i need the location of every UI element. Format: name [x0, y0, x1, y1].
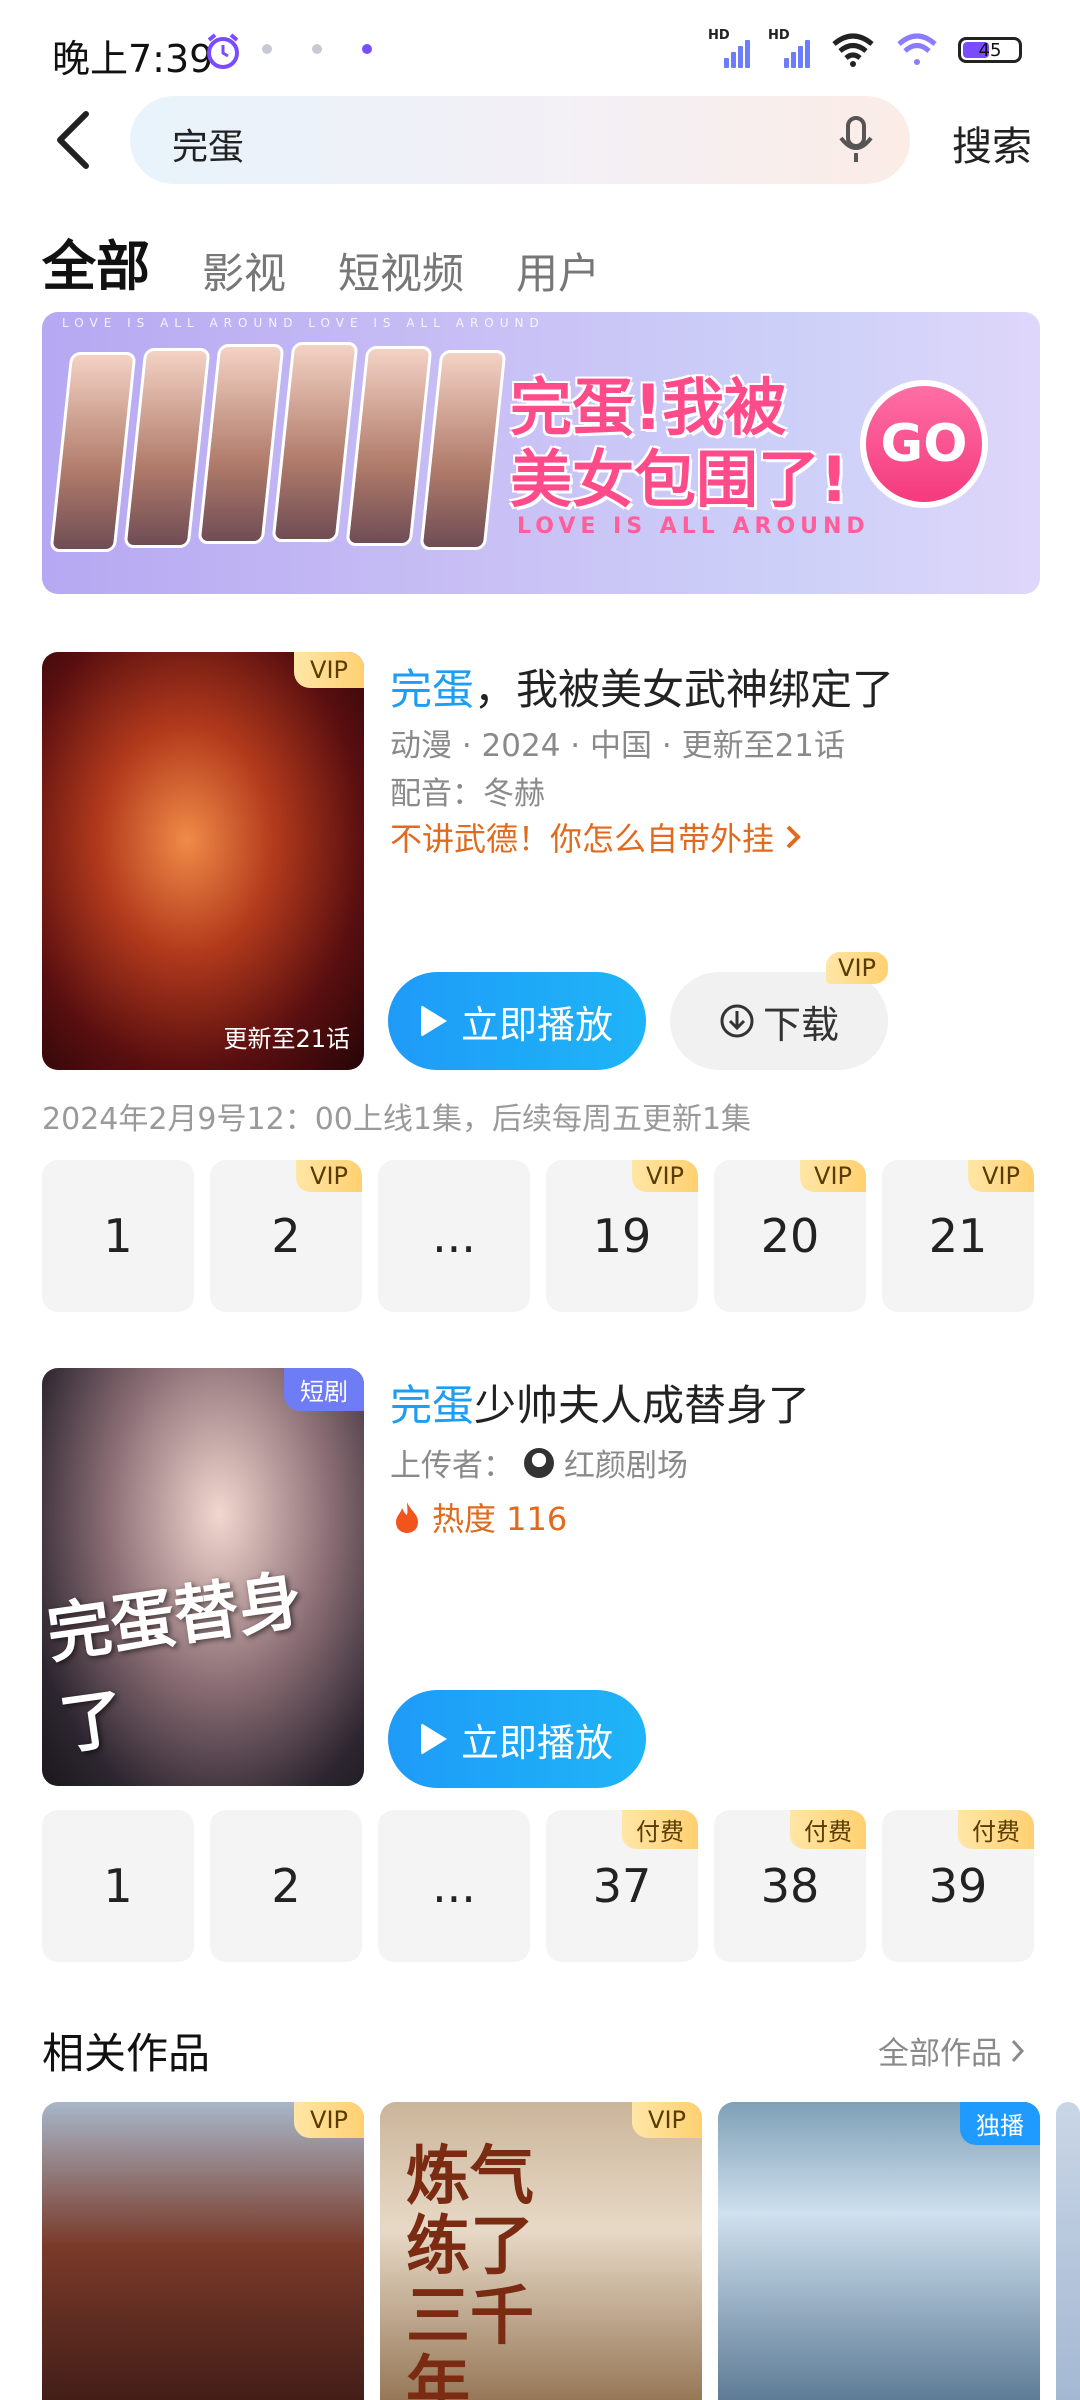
play-icon	[420, 1723, 447, 1755]
tab-short-video[interactable]: 短视频	[338, 240, 464, 301]
notification-dots	[262, 44, 372, 54]
uploader-avatar	[524, 1447, 554, 1478]
poster-title-art: 炼气练了三千年	[406, 2139, 534, 2400]
episode-button[interactable]: 2	[210, 1810, 362, 1962]
microphone-icon[interactable]	[838, 116, 874, 164]
tab-film[interactable]: 影视	[202, 240, 286, 301]
heat-indicator: 热度 116	[392, 1494, 567, 1540]
banner-title: 完蛋!我被 美女包围了!	[510, 371, 849, 516]
short-drama-badge: 短剧	[284, 1368, 364, 1411]
episode-button[interactable]: 1	[42, 1160, 194, 1312]
tab-users[interactable]: 用户	[516, 240, 600, 301]
result-meta: 动漫 · 2024 · 中国 · 更新至21话	[390, 728, 846, 764]
related-item[interactable]: VIP	[42, 2102, 364, 2400]
episode-button[interactable]: 1	[42, 1810, 194, 1962]
tab-all[interactable]: 全部	[42, 222, 150, 301]
chevron-right-icon	[1011, 2039, 1025, 2062]
banner-portrait	[49, 352, 137, 552]
episode-button[interactable]: 2 VIP	[210, 1160, 362, 1312]
vip-badge: VIP	[632, 2102, 702, 2138]
search-button[interactable]: 搜索	[952, 114, 1032, 172]
search-query: 完蛋	[172, 127, 245, 168]
fire-icon	[396, 1502, 418, 1533]
play-button[interactable]: 立即播放	[388, 1690, 646, 1788]
episode-button[interactable]: 39 付费	[882, 1810, 1034, 1962]
download-icon	[720, 1004, 754, 1038]
filter-tabs: 全部 影视 短视频 用户	[42, 222, 652, 301]
promo-banner[interactable]: LOVE IS ALL AROUND LOVE IS ALL AROUND 完蛋…	[42, 312, 1040, 594]
related-item[interactable]: VIP 炼气练了三千年	[380, 2102, 702, 2400]
result-poster[interactable]: 短剧 完蛋替身了	[42, 1368, 364, 1786]
vip-badge: VIP	[294, 652, 364, 688]
schedule-note: 2024年2月9号12：00上线1集，后续每周五更新1集	[42, 1102, 752, 1137]
download-button[interactable]: 下载 VIP	[670, 952, 888, 1070]
wifi-icon	[897, 33, 937, 65]
result-tagline[interactable]: 不讲武德！你怎么自带外挂	[390, 814, 802, 860]
result-title[interactable]: 完蛋少帅夫人成替身了	[390, 1372, 810, 1433]
battery-icon: 45	[958, 37, 1022, 63]
related-item[interactable]: 独播	[718, 2102, 1040, 2400]
play-button[interactable]: 立即播放	[388, 972, 646, 1070]
result-title[interactable]: 完蛋，我被美女武神绑定了	[390, 656, 894, 717]
banner-portrait	[123, 348, 211, 548]
episode-button[interactable]: ...	[378, 1810, 530, 1962]
banner-portrait	[271, 342, 359, 542]
result-cast: 配音：冬赫	[390, 776, 545, 812]
episode-button[interactable]: ...	[378, 1160, 530, 1312]
related-item[interactable]	[1056, 2102, 1080, 2400]
all-works-link[interactable]: 全部作品	[878, 2028, 1026, 2073]
exclusive-badge: 独播	[960, 2102, 1040, 2145]
banner-portrait	[419, 350, 507, 550]
vip-badge: VIP	[294, 2102, 364, 2138]
episode-button[interactable]: 20 VIP	[714, 1160, 866, 1312]
signal-icon: HD	[708, 28, 750, 68]
result-poster[interactable]: VIP 更新至21话	[42, 652, 364, 1070]
episode-button[interactable]: 21 VIP	[882, 1160, 1034, 1312]
poster-update-label: 更新至21话	[223, 1025, 350, 1053]
banner-pattern-text: LOVE IS ALL AROUND LOVE IS ALL AROUND	[62, 316, 545, 330]
episode-button[interactable]: 38 付费	[714, 1810, 866, 1962]
vip-badge: VIP	[826, 952, 888, 984]
episode-list: 1 2 ... 37 付费 38 付费 39 付费	[42, 1810, 1034, 1962]
uploader-info[interactable]: 上传者： 红颜剧场	[390, 1440, 688, 1485]
banner-go-button[interactable]: GO	[860, 380, 988, 508]
wifi-icon	[832, 33, 874, 67]
poster-title-art: 完蛋替身了	[42, 1562, 307, 1764]
status-time: 晚上7:39	[52, 37, 214, 81]
episode-button[interactable]: 37 付费	[546, 1810, 698, 1962]
banner-subtitle: LOVE IS ALL AROUND	[517, 514, 870, 539]
banner-portrait	[197, 344, 285, 544]
alarm-icon	[207, 33, 239, 69]
related-section-title: 相关作品	[42, 2029, 211, 2078]
episode-button[interactable]: 19 VIP	[546, 1160, 698, 1312]
signal-icon: HD	[768, 28, 810, 68]
play-icon	[420, 1005, 447, 1037]
status-bar: 晚上7:39 HD HD 45	[0, 0, 1080, 100]
banner-portrait	[345, 346, 433, 546]
chevron-right-icon	[786, 825, 801, 849]
back-icon[interactable]	[50, 110, 100, 170]
episode-list: 1 2 VIP ... 19 VIP 20 VIP 21 VIP	[42, 1160, 1034, 1312]
search-input[interactable]: 完蛋	[130, 96, 910, 184]
